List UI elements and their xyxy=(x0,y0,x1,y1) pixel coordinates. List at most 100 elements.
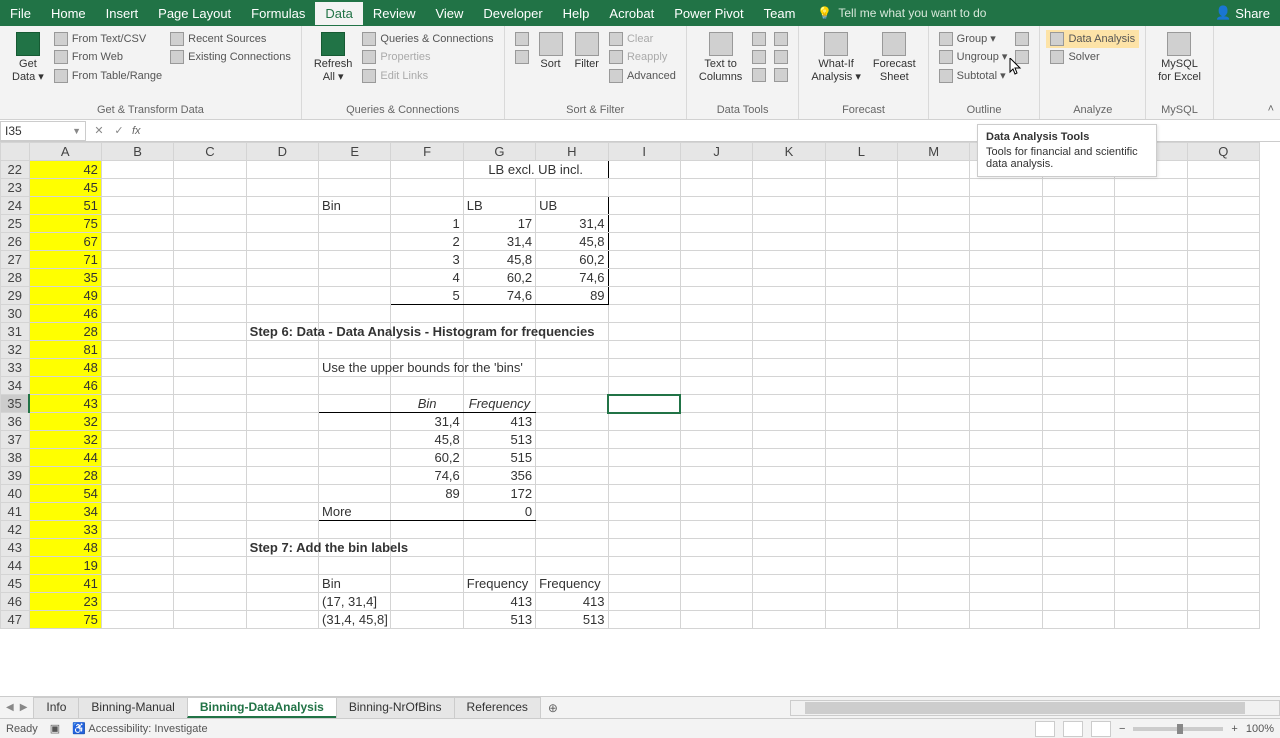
cell-C22[interactable] xyxy=(174,161,246,179)
cell-O39[interactable] xyxy=(1042,467,1114,485)
cell-B41[interactable] xyxy=(101,503,173,521)
cell-J27[interactable] xyxy=(680,251,752,269)
cell-Q41[interactable] xyxy=(1187,503,1259,521)
cell-J24[interactable] xyxy=(680,197,752,215)
cell-P47[interactable] xyxy=(1115,611,1187,629)
cell-B45[interactable] xyxy=(101,575,173,593)
get-data-button[interactable]: GetData ▾ xyxy=(6,30,50,86)
cell-Q36[interactable] xyxy=(1187,413,1259,431)
cell-K28[interactable] xyxy=(753,269,825,287)
cell-Q44[interactable] xyxy=(1187,557,1259,575)
view-page-layout-button[interactable] xyxy=(1063,721,1083,737)
cell-J35[interactable] xyxy=(680,395,752,413)
cell-H36[interactable] xyxy=(536,413,608,431)
cell-K22[interactable] xyxy=(753,161,825,179)
cell-O43[interactable] xyxy=(1042,539,1114,557)
cell-N39[interactable] xyxy=(970,467,1042,485)
cell-J43[interactable] xyxy=(680,539,752,557)
cell-B39[interactable] xyxy=(101,467,173,485)
cell-C46[interactable] xyxy=(174,593,246,611)
from-web-button[interactable]: From Web xyxy=(50,48,166,66)
cell-I31[interactable] xyxy=(608,323,680,341)
cell-B22[interactable] xyxy=(101,161,173,179)
cell-L23[interactable] xyxy=(825,179,897,197)
cell-K40[interactable] xyxy=(753,485,825,503)
cell-Q43[interactable] xyxy=(1187,539,1259,557)
cell-I27[interactable] xyxy=(608,251,680,269)
menu-review[interactable]: Review xyxy=(363,2,426,25)
cell-D42[interactable] xyxy=(246,521,318,539)
row-header-46[interactable]: 46 xyxy=(1,593,30,611)
cell-I42[interactable] xyxy=(608,521,680,539)
cell-O40[interactable] xyxy=(1042,485,1114,503)
cell-D27[interactable] xyxy=(246,251,318,269)
cell-J42[interactable] xyxy=(680,521,752,539)
cell-F26[interactable]: 2 xyxy=(391,233,463,251)
col-header-B[interactable]: B xyxy=(101,143,173,161)
col-header-C[interactable]: C xyxy=(174,143,246,161)
cell-I39[interactable] xyxy=(608,467,680,485)
cell-B32[interactable] xyxy=(101,341,173,359)
cell-Q22[interactable] xyxy=(1187,161,1259,179)
sheet-tab-info[interactable]: Info xyxy=(33,697,79,718)
cell-D40[interactable] xyxy=(246,485,318,503)
cell-K37[interactable] xyxy=(753,431,825,449)
cell-Q39[interactable] xyxy=(1187,467,1259,485)
cell-M41[interactable] xyxy=(898,503,970,521)
cell-N33[interactable] xyxy=(970,359,1042,377)
col-header-L[interactable]: L xyxy=(825,143,897,161)
cell-A29[interactable]: 49 xyxy=(29,287,101,305)
cell-F39[interactable]: 74,6 xyxy=(391,467,463,485)
cell-Q26[interactable] xyxy=(1187,233,1259,251)
cell-J31[interactable] xyxy=(680,323,752,341)
cell-P33[interactable] xyxy=(1115,359,1187,377)
cell-M43[interactable] xyxy=(898,539,970,557)
cell-M47[interactable] xyxy=(898,611,970,629)
cell-M32[interactable] xyxy=(898,341,970,359)
cell-K27[interactable] xyxy=(753,251,825,269)
cell-L24[interactable] xyxy=(825,197,897,215)
cell-H46[interactable]: 413 xyxy=(536,593,608,611)
cell-M28[interactable] xyxy=(898,269,970,287)
cell-L26[interactable] xyxy=(825,233,897,251)
row-header-30[interactable]: 30 xyxy=(1,305,30,323)
cell-P38[interactable] xyxy=(1115,449,1187,467)
cell-P40[interactable] xyxy=(1115,485,1187,503)
cell-G24[interactable]: LB xyxy=(463,197,535,215)
cell-E27[interactable] xyxy=(319,251,391,269)
cell-C34[interactable] xyxy=(174,377,246,395)
cell-F46[interactable] xyxy=(391,593,463,611)
cell-B35[interactable] xyxy=(101,395,173,413)
cell-F35[interactable]: Bin xyxy=(391,395,463,413)
cell-Q27[interactable] xyxy=(1187,251,1259,269)
cell-B40[interactable] xyxy=(101,485,173,503)
cell-G28[interactable]: 60,2 xyxy=(463,269,535,287)
cell-G40[interactable]: 172 xyxy=(463,485,535,503)
group-button[interactable]: Group ▾ xyxy=(935,30,1012,48)
menu-team[interactable]: Team xyxy=(754,2,806,25)
cell-M46[interactable] xyxy=(898,593,970,611)
cell-L34[interactable] xyxy=(825,377,897,395)
cell-J40[interactable] xyxy=(680,485,752,503)
cell-N46[interactable] xyxy=(970,593,1042,611)
cell-J25[interactable] xyxy=(680,215,752,233)
cell-M23[interactable] xyxy=(898,179,970,197)
cell-G42[interactable] xyxy=(463,521,535,539)
cell-F30[interactable] xyxy=(391,305,463,323)
cell-E36[interactable] xyxy=(319,413,391,431)
cell-I38[interactable] xyxy=(608,449,680,467)
refresh-all-button[interactable]: RefreshAll ▾ xyxy=(308,30,359,86)
cell-O27[interactable] xyxy=(1042,251,1114,269)
cell-C44[interactable] xyxy=(174,557,246,575)
cell-B24[interactable] xyxy=(101,197,173,215)
row-header-41[interactable]: 41 xyxy=(1,503,30,521)
cell-K25[interactable] xyxy=(753,215,825,233)
cell-G32[interactable] xyxy=(463,341,535,359)
cell-Q42[interactable] xyxy=(1187,521,1259,539)
col-header-D[interactable]: D xyxy=(246,143,318,161)
cell-F42[interactable] xyxy=(391,521,463,539)
zoom-out-button[interactable]: − xyxy=(1119,723,1125,735)
cell-J22[interactable] xyxy=(680,161,752,179)
cell-D33[interactable] xyxy=(246,359,318,377)
cell-C37[interactable] xyxy=(174,431,246,449)
